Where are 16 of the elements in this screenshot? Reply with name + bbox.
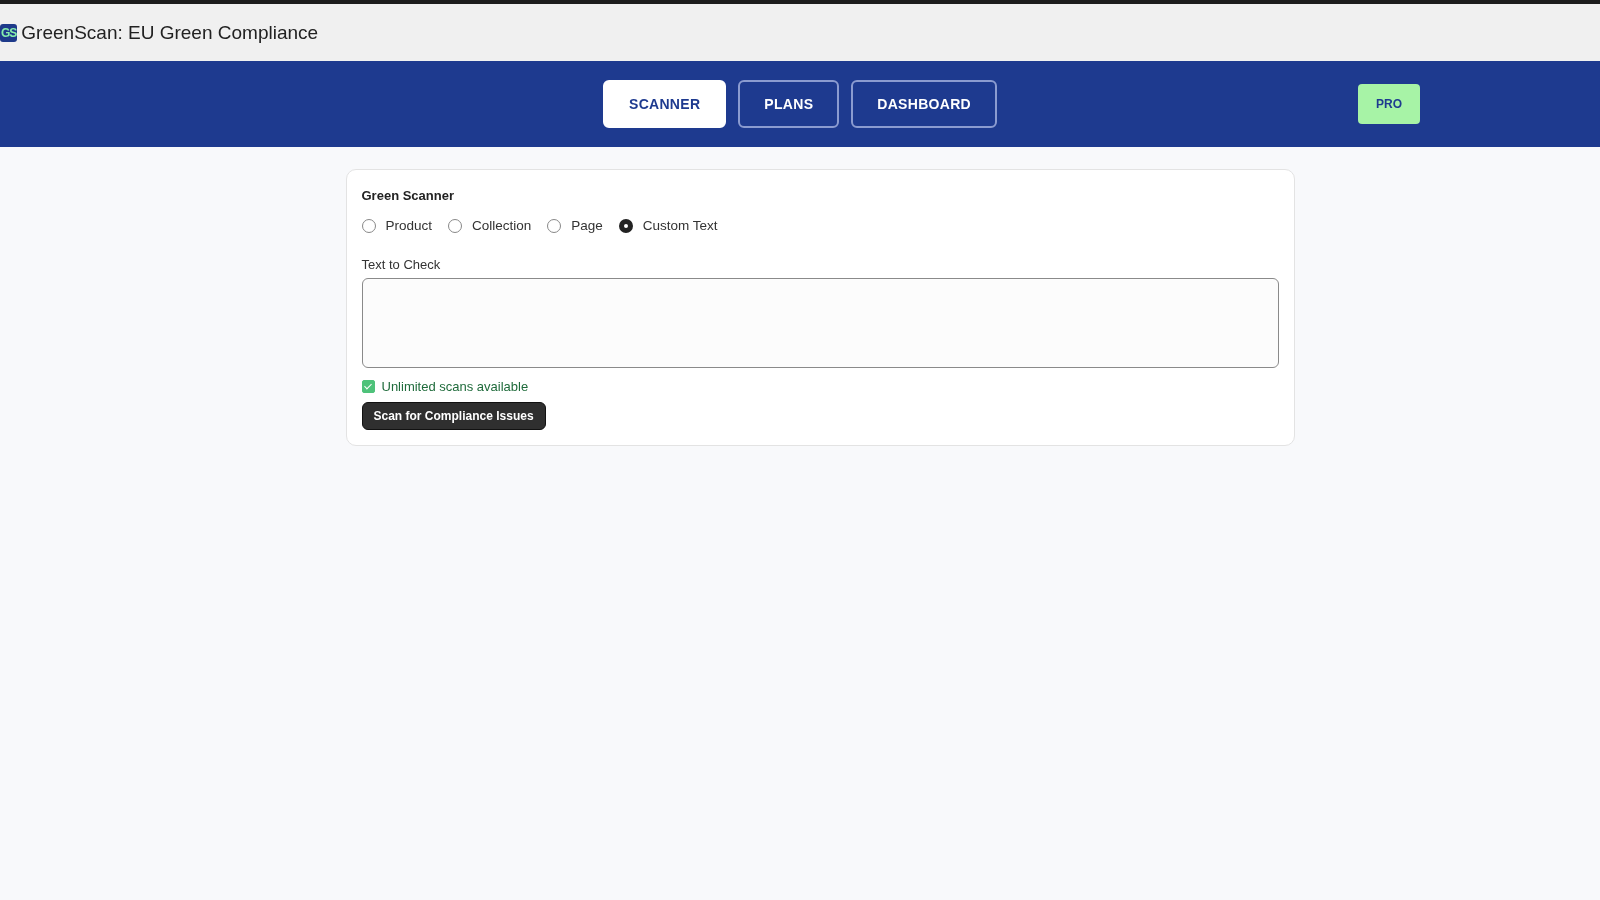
plan-badge: PRO — [1358, 84, 1420, 124]
radio-button[interactable] — [618, 218, 633, 233]
field-label: Text to Check — [361, 257, 442, 272]
card-title: Green Scanner — [361, 188, 455, 203]
radio-label[interactable]: Collection — [472, 218, 532, 233]
status-text: Unlimited scans available — [381, 379, 529, 394]
text-input-field[interactable] — [361, 278, 1279, 368]
nav-tab[interactable]: SCANNER — [603, 80, 727, 128]
scan-button[interactable]: Scan for Compliance Issues — [361, 402, 546, 430]
app-title: GreenScan: EU Green Compliance — [21, 21, 319, 44]
radio-label[interactable]: Page — [571, 218, 603, 233]
nav-tab[interactable]: PLANS — [738, 80, 840, 128]
radio-label[interactable]: Custom Text — [642, 218, 718, 233]
radio-label[interactable]: Product — [385, 218, 433, 233]
app-logo: GS — [0, 23, 18, 42]
nav-tab[interactable]: DASHBOARD — [851, 80, 997, 128]
